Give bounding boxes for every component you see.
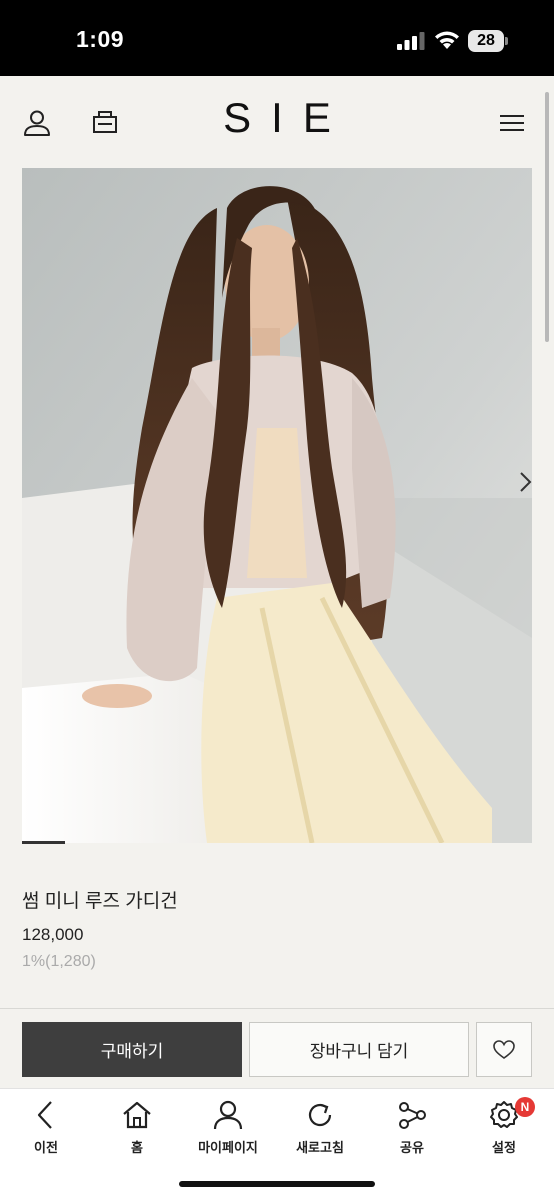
home-icon	[123, 1101, 151, 1129]
battery-icon: 28	[468, 30, 508, 52]
page-scrollbar[interactable]	[545, 92, 549, 342]
status-time: 1:09	[76, 26, 125, 52]
buy-button[interactable]: 구매하기	[22, 1022, 242, 1077]
product-image-carousel[interactable]	[22, 168, 532, 843]
nav-mypage[interactable]: 마이페이지	[188, 1099, 268, 1159]
user-icon	[213, 1100, 243, 1130]
nav-home-label: 홈	[131, 1140, 143, 1155]
nav-home[interactable]: 홈	[97, 1099, 177, 1159]
back-arrow-icon	[37, 1101, 52, 1129]
status-bar: 1:09 28	[0, 0, 554, 76]
new-badge: N	[515, 1097, 535, 1117]
nav-settings-label: 설정	[492, 1140, 516, 1155]
nav-settings[interactable]: N 설정	[464, 1097, 544, 1159]
wifi-icon	[435, 31, 459, 49]
product-price: 128,000	[22, 925, 84, 944]
product-name: 썸 미니 루즈 가디건	[22, 891, 178, 912]
heart-icon	[493, 1039, 515, 1059]
brand-logo[interactable]: SIE	[200, 94, 354, 142]
product-point: 1%(1,280)	[22, 953, 96, 970]
app-header: SIE	[0, 76, 554, 168]
nav-share-label: 공유	[400, 1140, 424, 1155]
user-icon[interactable]	[22, 108, 52, 138]
product-photo	[22, 168, 532, 843]
nav-back[interactable]: 이전	[6, 1099, 86, 1159]
carousel-progress	[22, 841, 532, 844]
battery-level: 28	[468, 30, 504, 52]
nav-refresh-label: 새로고침	[296, 1140, 344, 1155]
purchase-action-bar: 구매하기 장바구니 담기	[0, 1008, 554, 1088]
refresh-icon	[308, 1103, 332, 1127]
home-indicator	[179, 1181, 375, 1187]
add-to-cart-button[interactable]: 장바구니 담기	[249, 1022, 469, 1077]
carousel-progress-fill	[22, 841, 65, 844]
nav-share[interactable]: 공유	[372, 1099, 452, 1159]
carousel-next-icon[interactable]	[512, 468, 532, 496]
nav-back-label: 이전	[34, 1140, 58, 1155]
nav-refresh[interactable]: 새로고침	[280, 1099, 360, 1159]
share-icon	[399, 1102, 426, 1129]
wishlist-button[interactable]	[476, 1022, 532, 1077]
cellular-signal-icon	[397, 32, 425, 50]
menu-icon[interactable]	[498, 108, 528, 138]
nav-mypage-label: 마이페이지	[198, 1140, 258, 1155]
shop-icon[interactable]	[92, 108, 122, 138]
